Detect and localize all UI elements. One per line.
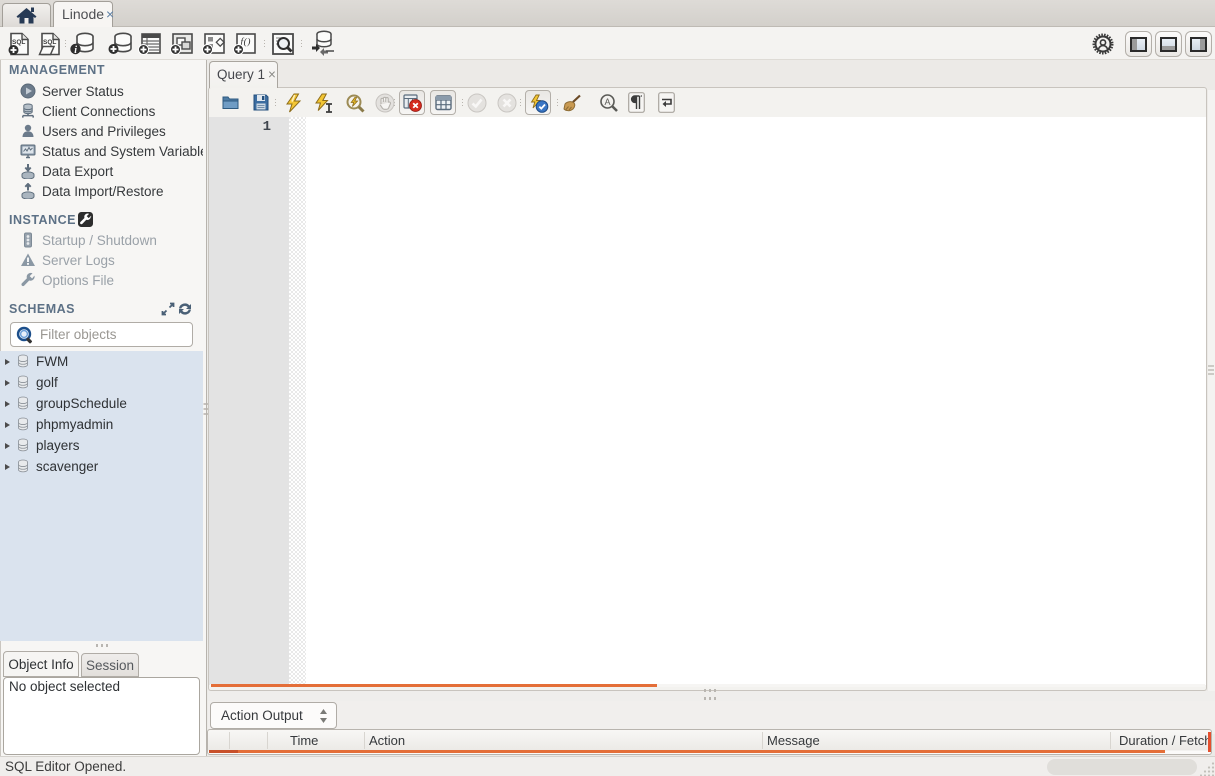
svg-text:A: A	[605, 97, 611, 107]
svg-text:SQL: SQL	[43, 39, 56, 46]
svg-text:SQL: SQL	[12, 39, 25, 46]
svg-text:i: i	[74, 45, 77, 56]
